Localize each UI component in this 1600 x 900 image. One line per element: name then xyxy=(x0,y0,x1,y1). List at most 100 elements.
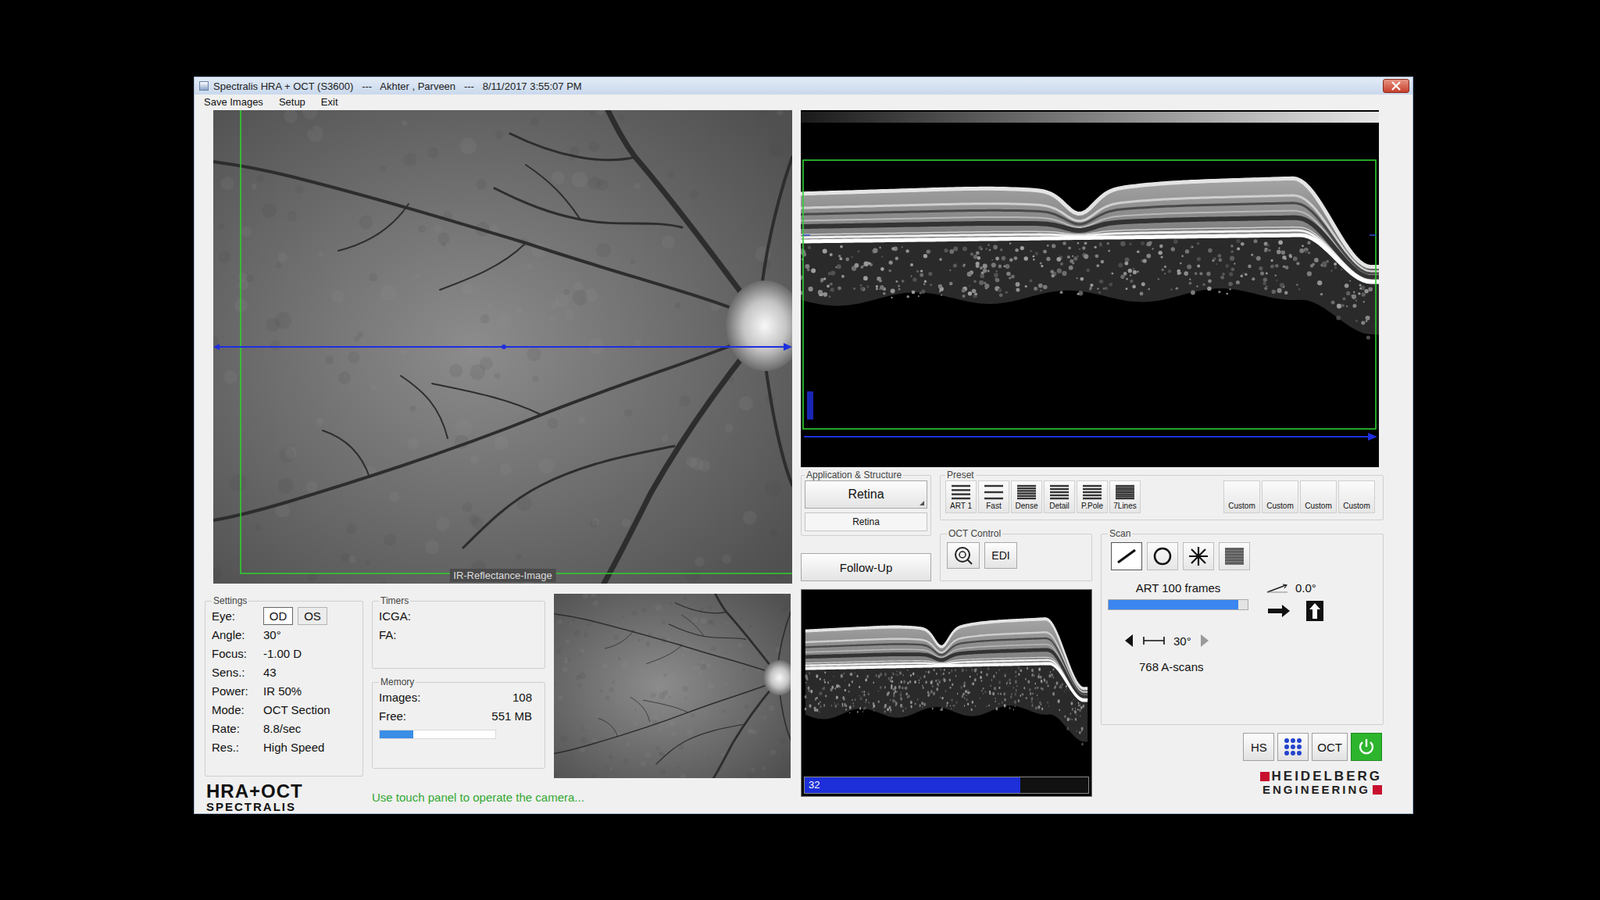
oct-picture xyxy=(800,110,1379,468)
group-title: Preset xyxy=(945,469,976,481)
memory-value: 551 MB xyxy=(446,709,539,723)
preset-label: 7Lines xyxy=(1113,501,1136,511)
preset-button[interactable]: Detail xyxy=(1043,480,1075,514)
horizontal-direction-button[interactable] xyxy=(1265,600,1293,622)
eye-option[interactable]: OS xyxy=(297,607,328,625)
preset-button[interactable]: Custom xyxy=(1300,480,1337,514)
setting-row: Rate:8.8/sec xyxy=(211,718,357,738)
increase-icon[interactable] xyxy=(1199,633,1211,648)
preset-label: Fast xyxy=(985,501,1001,511)
setting-value: -1.00 D xyxy=(263,646,302,661)
art-slider[interactable] xyxy=(1107,599,1249,611)
button-label: OCT xyxy=(1317,740,1343,754)
frame-progress-fill xyxy=(804,777,1021,793)
mode-button[interactable]: OCT xyxy=(1311,732,1348,761)
memory-row: Images:108 xyxy=(378,687,539,707)
preset-button[interactable]: Custom xyxy=(1338,480,1375,514)
spectralis-window: Spectralis HRA + OCT (S3600) --- Akhter … xyxy=(193,76,1414,815)
vertical-direction-button[interactable] xyxy=(1301,600,1329,622)
group-title: OCT Control xyxy=(946,528,1003,540)
oct-picture xyxy=(801,589,1092,775)
frame-count: 32 xyxy=(808,778,820,792)
art-fill xyxy=(1108,600,1239,610)
scan-pattern-button[interactable] xyxy=(1182,542,1215,571)
preset-label: Dense xyxy=(1015,501,1039,511)
memory-group: Memory Images:108 Free:551 MB xyxy=(371,676,546,769)
preset-button[interactable]: Custom xyxy=(1223,480,1261,514)
scan-pattern-button[interactable] xyxy=(1218,542,1250,571)
grid-icon xyxy=(1283,737,1303,757)
button-label: EDI xyxy=(991,549,1010,562)
menu-item[interactable]: Setup xyxy=(278,96,306,108)
scan-pattern-button[interactable] xyxy=(1146,542,1179,571)
eye-option[interactable]: OD xyxy=(263,607,293,625)
preset-button[interactable]: Dense xyxy=(1010,480,1043,514)
grid-button[interactable] xyxy=(1277,732,1309,761)
memory-label: Free: xyxy=(378,709,447,723)
angle-value: 0.0° xyxy=(1295,581,1317,595)
live-fundus-image xyxy=(553,593,791,779)
live-oct-preview: 32 xyxy=(800,589,1093,797)
preset-button[interactable]: 7Lines xyxy=(1109,480,1141,514)
application-dropdown[interactable]: Retina xyxy=(804,480,928,509)
scan-pattern-button[interactable] xyxy=(1110,542,1143,571)
art-label: ART 100 frames xyxy=(1135,581,1222,595)
group-title: Timers xyxy=(378,595,411,607)
memory-bar xyxy=(378,729,497,740)
button-label: Follow-Up xyxy=(839,560,893,575)
ir-reflectance-image[interactable]: IR-Reflectance-Image xyxy=(213,110,793,584)
decrease-icon[interactable] xyxy=(1123,633,1135,648)
menu-item[interactable]: Save Images xyxy=(203,96,264,108)
edi-button[interactable]: EDI xyxy=(984,542,1018,569)
preset-button[interactable]: Fast xyxy=(978,480,1010,514)
title-bar: Spectralis HRA + OCT (S3600) --- Akhter … xyxy=(194,77,1413,95)
spectralis-logo: HRA+OCT SPECTRALIS xyxy=(204,781,364,813)
preset-label: ART 1 xyxy=(950,501,972,511)
setting-label: Mode: xyxy=(211,703,264,717)
raster-scan-icon xyxy=(1223,545,1246,568)
preset-button[interactable]: Custom xyxy=(1261,480,1299,514)
close-button[interactable] xyxy=(1382,78,1410,93)
setting-label: Sens.: xyxy=(211,665,264,679)
auto-rescan-button[interactable] xyxy=(946,542,980,569)
a-scans-count: 768 A-scans xyxy=(1139,660,1377,674)
menu-item[interactable]: Exit xyxy=(321,96,339,108)
app-icon xyxy=(199,81,209,91)
structure-field[interactable]: Retina xyxy=(804,512,928,532)
memory-fill xyxy=(379,730,414,739)
preset-label: P.Pole xyxy=(1081,501,1104,511)
setting-label: Eye: xyxy=(211,609,264,623)
group-title: Settings xyxy=(211,595,249,607)
image-label: IR-Reflectance-Image xyxy=(449,568,556,583)
setting-label: Rate: xyxy=(211,721,264,736)
scan-lines-icon xyxy=(983,484,1004,500)
memory-value: 108 xyxy=(446,690,539,704)
power-icon xyxy=(1357,737,1376,757)
up-arrow-icon xyxy=(1306,600,1324,622)
frame-progress: 32 xyxy=(803,776,1090,794)
group-title: Scan xyxy=(1107,528,1133,540)
power-button[interactable] xyxy=(1350,732,1383,761)
setting-label: Power: xyxy=(211,684,264,698)
mode-button[interactable]: HS xyxy=(1242,732,1275,761)
scan-lines-icon xyxy=(950,484,972,500)
setting-value: IR 50% xyxy=(263,684,302,698)
preset-button[interactable]: ART 1 xyxy=(945,480,977,514)
setting-value: 30° xyxy=(263,628,282,642)
fundus-picture xyxy=(213,110,793,584)
follow-up-button[interactable]: Follow-Up xyxy=(800,553,932,582)
logo-text: ENGINEERING xyxy=(1262,782,1371,797)
oct-section-image[interactable] xyxy=(800,110,1379,468)
preset-button[interactable]: P.Pole xyxy=(1076,480,1108,514)
timer-row: FA: xyxy=(378,625,539,644)
setting-value: OCT Section xyxy=(263,703,331,717)
scan-lines-icon xyxy=(1082,484,1103,500)
scan-lines-icon xyxy=(1016,484,1037,500)
logo-text: SPECTRALIS xyxy=(206,800,364,813)
setting-value: High Speed xyxy=(263,740,325,754)
circle-scan-icon xyxy=(1151,545,1174,568)
window-title: Spectralis HRA + OCT (S3600) --- Akhter … xyxy=(213,80,1379,93)
group-title: Memory xyxy=(378,676,416,688)
angle-icon[interactable] xyxy=(1265,582,1290,594)
setting-row: Focus:-1.00 D xyxy=(211,643,357,663)
